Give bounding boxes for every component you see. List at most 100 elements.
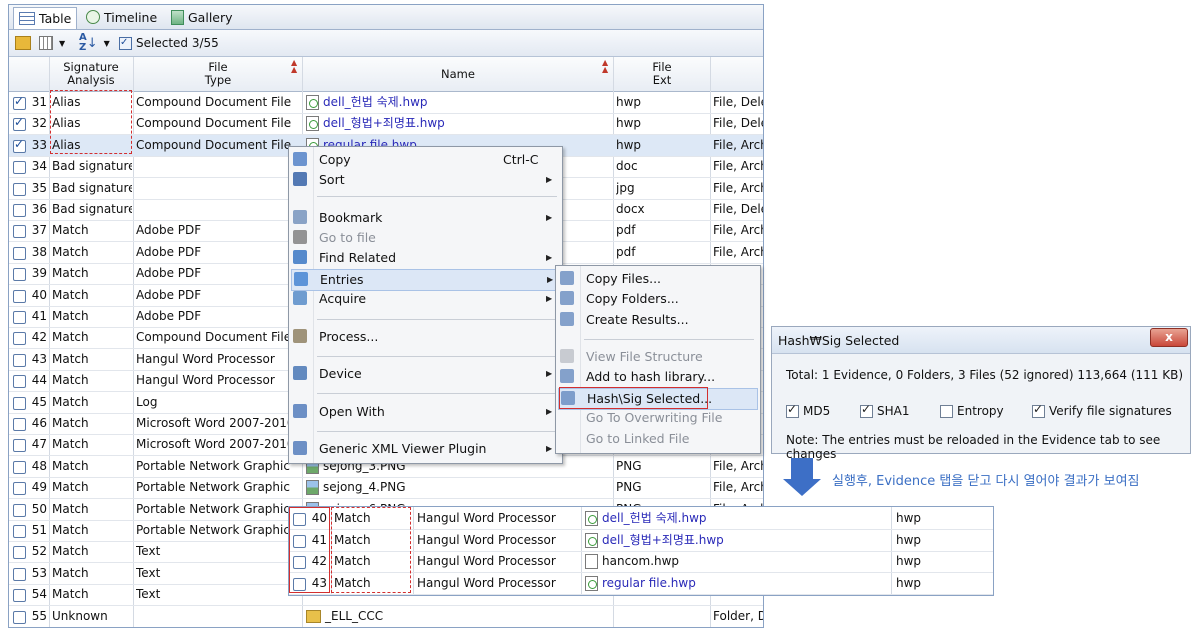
row-checkbox[interactable]: [13, 418, 26, 431]
option-checkbox[interactable]: [940, 405, 953, 418]
file-ext-cell: hwp: [896, 511, 922, 525]
go-up-button[interactable]: [15, 34, 31, 52]
menu-item-acquire[interactable]: Acquire ▶: [291, 289, 558, 309]
selected-count-label: Selected 3/55: [136, 36, 219, 50]
row-index: 36: [31, 202, 47, 216]
row-checkbox[interactable]: [13, 396, 26, 410]
submenu-arrow-icon: ▶: [546, 444, 553, 453]
menu-item-copy[interactable]: Copy Ctrl-C: [291, 150, 558, 170]
row-checkbox[interactable]: [13, 311, 26, 324]
file-type-cell: Compound Document File: [136, 116, 292, 131]
file-ext-cell: [616, 606, 708, 627]
row-checkbox[interactable]: [13, 182, 26, 196]
column-header-signature-analysis[interactable]: Signature Analysis: [49, 57, 134, 91]
selected-count-button[interactable]: ✓ Selected 3/55: [119, 34, 219, 52]
file-type-cell: Adobe PDF: [136, 309, 202, 323]
hwp-file-icon: [306, 116, 319, 132]
file-name[interactable]: dell_헌법 숙제.hwp: [323, 95, 428, 109]
tab-label: Gallery: [188, 9, 233, 25]
row-checkbox[interactable]: [13, 332, 26, 346]
menu-item-sort[interactable]: Sort ▶: [291, 170, 558, 190]
close-button[interactable]: x: [1150, 328, 1188, 347]
column-header-index[interactable]: [9, 57, 50, 91]
tab-table[interactable]: Table: [13, 7, 78, 29]
menu-item-find-related[interactable]: Find Related ▶: [291, 248, 558, 268]
row-checkbox[interactable]: [13, 482, 26, 496]
option-checkbox[interactable]: [786, 402, 799, 418]
row-checkbox[interactable]: [13, 375, 26, 389]
columns-button[interactable]: ▼: [39, 34, 65, 52]
submenu-item-go-to-linked-file[interactable]: Go to Linked File: [558, 429, 756, 449]
row-checkbox[interactable]: [13, 204, 26, 217]
row-checkbox[interactable]: [13, 503, 26, 517]
file-ext-cell: hwp: [896, 554, 922, 568]
submenu-arrow-icon: ▶: [546, 369, 553, 378]
menu-item-open-with[interactable]: Open With ▶: [291, 402, 558, 422]
row-checkbox[interactable]: [13, 289, 26, 303]
signature-cell: Match: [52, 223, 89, 238]
file-name[interactable]: dell_형법+죄명표.hwp: [323, 116, 445, 130]
menu-item-label: Sort: [319, 172, 345, 187]
submenu-item-go-to-overwriting-file[interactable]: Go To Overwriting File: [558, 408, 756, 428]
file-type-cell: Portable Network Graphic: [136, 501, 290, 516]
copy-files-icon: [560, 271, 574, 285]
menu-item-device[interactable]: Device ▶: [291, 364, 558, 384]
column-header-file-ext[interactable]: File Ext: [614, 57, 711, 91]
menu-item-go-to-file[interactable]: Go to file: [291, 228, 558, 248]
menu-separator: [317, 319, 557, 320]
attributes-cell: File, Arch: [713, 244, 763, 259]
file-name[interactable]: hancom.hwp: [602, 554, 679, 568]
submenu-item-label: Copy Folders...: [586, 291, 679, 306]
file-name[interactable]: sejong_4.PNG: [323, 480, 406, 494]
table-row[interactable]: 55 Unknown _ELL_CCC Folder, D: [9, 606, 763, 627]
row-checkbox[interactable]: [13, 353, 26, 367]
row-checkbox[interactable]: [13, 460, 26, 474]
submenu-item-add-to-hash-library[interactable]: Add to hash library...: [558, 367, 756, 387]
row-checkbox[interactable]: [13, 567, 26, 581]
file-type-cell: [136, 156, 301, 177]
option-checkbox[interactable]: [1032, 402, 1045, 418]
file-name[interactable]: dell_헌법 숙제.hwp: [602, 511, 707, 525]
row-checkbox[interactable]: [13, 268, 26, 282]
row-checkbox[interactable]: [13, 246, 26, 260]
column-header-file-type[interactable]: File Type: [134, 57, 303, 91]
row-checkbox[interactable]: [13, 94, 26, 110]
menu-item-generic-xml-viewer-plugin[interactable]: Generic XML Viewer Plugin ▶: [291, 439, 558, 459]
copy-icon: [293, 152, 307, 166]
row-checkbox[interactable]: [13, 610, 26, 624]
menu-item-bookmark[interactable]: Bookmark ▶: [291, 208, 558, 228]
menu-item-entries[interactable]: Entries ▶: [291, 269, 560, 291]
row-checkbox[interactable]: [13, 115, 26, 132]
column-header-attributes[interactable]: [711, 57, 763, 91]
file-name[interactable]: regular file.hwp: [602, 576, 696, 590]
row-checkbox[interactable]: [13, 589, 26, 603]
row-checkbox[interactable]: [13, 225, 26, 239]
submenu-item-copy-files[interactable]: Copy Files...: [558, 269, 756, 289]
file-type-cell: Hangul Word Processor: [136, 373, 275, 388]
row-index: 31: [31, 95, 47, 109]
row-checkbox[interactable]: [13, 439, 26, 453]
submenu-item-view-file-structure[interactable]: View File Structure: [558, 347, 756, 367]
row-index: 47: [31, 437, 47, 452]
tab-timeline[interactable]: Timeline: [81, 7, 162, 27]
column-header-name[interactable]: Name: [303, 57, 614, 91]
sort-button[interactable]: AZ ↓ ▼: [79, 33, 110, 53]
option-checkbox[interactable]: [860, 402, 873, 418]
table-row[interactable]: 49 Match Portable Network Graphic sejong_4.…: [9, 477, 763, 500]
find-related-icon: [293, 250, 307, 264]
file-type-cell: Text: [136, 544, 161, 559]
row-checkbox[interactable]: [13, 525, 26, 538]
menu-item-process[interactable]: Process...: [291, 327, 558, 347]
table-header: Signature Analysis File Type ▲ ▲ Name ▲ ▲ …: [9, 57, 763, 92]
file-name[interactable]: dell_형법+죄명표.hwp: [602, 533, 724, 547]
row-checkbox[interactable]: [13, 137, 26, 153]
submenu-item-create-results[interactable]: Create Results...: [558, 310, 756, 330]
row-checkbox[interactable]: [13, 546, 26, 560]
file-name[interactable]: _ELL_CCC: [325, 609, 383, 623]
row-checkbox[interactable]: [13, 161, 26, 175]
tab-gallery[interactable]: Gallery: [166, 7, 238, 27]
gallery-icon: [171, 9, 184, 25]
file-ext-cell: hwp: [616, 95, 642, 109]
menu-item-label: Find Related: [319, 250, 397, 265]
submenu-item-copy-folders[interactable]: Copy Folders...: [558, 289, 756, 309]
